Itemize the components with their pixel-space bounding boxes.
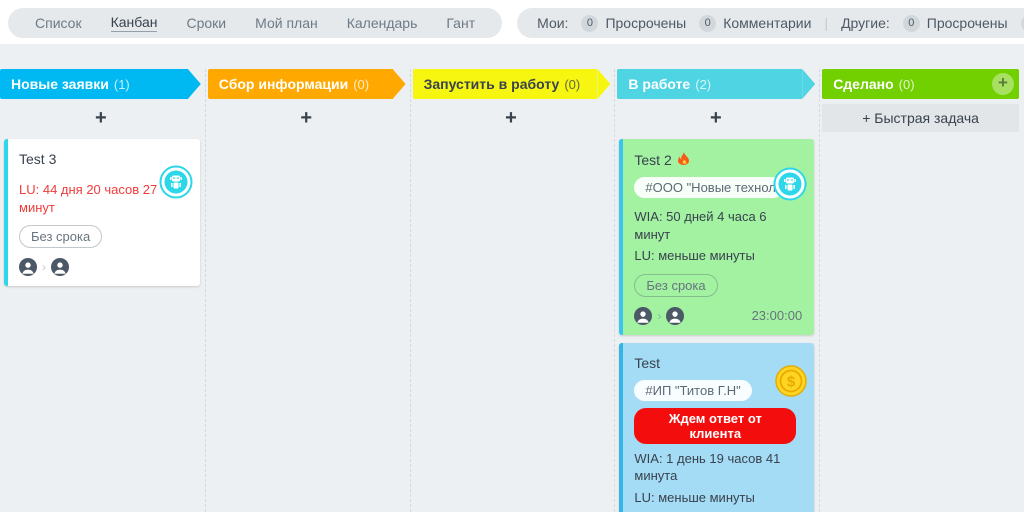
column-info-gathering: Сбор информации (0) + xyxy=(205,69,410,512)
tab-calendar[interactable]: Календарь xyxy=(347,15,418,32)
count-badge: 0 xyxy=(1021,15,1024,32)
avatar-creator[interactable] xyxy=(634,307,652,325)
task-card[interactable]: Test #ИП "Титов Г.Н" $ Ждем ответ от кли… xyxy=(619,343,814,512)
tab-my-plan[interactable]: Мой план xyxy=(255,15,318,32)
column-count: (1) xyxy=(114,77,130,92)
company-pill[interactable]: #ИП "Титов Г.Н" xyxy=(634,380,751,401)
coin-badge-icon[interactable]: $ xyxy=(775,365,807,402)
tab-gantt[interactable]: Гант xyxy=(446,15,475,32)
column-done: Сделано (0) + + Быстрая задача xyxy=(819,69,1024,512)
column-in-progress: В работе (2) + Test 2 #ООО "Новые технол… xyxy=(614,69,819,512)
card-lu-time: LU: меньше минуты xyxy=(634,247,802,265)
column-count: (0) xyxy=(564,77,580,92)
task-card[interactable]: Test 2 #ООО "Новые технологии" xyxy=(619,139,814,335)
column-header[interactable]: Запустить в работу (0) xyxy=(413,69,598,99)
chevron-right-icon: › xyxy=(657,309,661,323)
column-title: Запустить в работу xyxy=(424,76,560,92)
count-badge: 0 xyxy=(581,15,598,32)
card-stripe xyxy=(619,139,623,335)
counter-others-overdue[interactable]: 0 Просрочены xyxy=(903,15,1008,32)
column-arrow xyxy=(188,69,201,99)
card-title[interactable]: Test 2 xyxy=(634,152,671,168)
quick-task-button[interactable]: + Быстрая задача xyxy=(822,104,1019,132)
column-title: Сбор информации xyxy=(219,76,348,92)
avatar-assignee[interactable] xyxy=(51,258,69,276)
tab-deadlines[interactable]: Сроки xyxy=(186,15,226,32)
view-tabs: Список Канбан Сроки Мой план Календарь Г… xyxy=(8,8,502,38)
add-card-button[interactable]: + xyxy=(95,108,107,128)
avatar-creator[interactable] xyxy=(19,258,37,276)
column-header[interactable]: Новые заявки (1) xyxy=(0,69,188,99)
card-wia-time: WIA: 1 день 19 часов 41 минута xyxy=(634,450,802,485)
svg-text:$: $ xyxy=(787,373,796,390)
column-new-requests: Новые заявки (1) + Test 3 xyxy=(0,69,205,512)
status-pill: Ждем ответ от клиента xyxy=(634,408,796,444)
deadline-pill[interactable]: Без срока xyxy=(19,225,102,248)
add-stage-plus-icon[interactable]: + xyxy=(992,73,1014,95)
card-stripe xyxy=(619,343,623,512)
divider: | xyxy=(824,15,828,31)
column-count: (0) xyxy=(899,77,915,92)
column-arrow xyxy=(393,69,406,99)
counter-mine-comments[interactable]: 0 Комментарии xyxy=(699,15,811,32)
counter-label: Просрочены xyxy=(605,15,686,31)
column-title: Новые заявки xyxy=(11,76,109,92)
counters-group-label-others: Другие: xyxy=(841,15,890,31)
column-arrow xyxy=(802,69,815,99)
kanban-board: Новые заявки (1) + Test 3 xyxy=(0,44,1024,512)
robot-badge-icon[interactable] xyxy=(159,165,193,204)
company-pill[interactable]: #ООО "Новые технологии" xyxy=(634,177,784,198)
column-arrow xyxy=(597,69,610,99)
column-count: (0) xyxy=(353,77,369,92)
column-header[interactable]: В работе (2) xyxy=(617,69,802,99)
top-bar: Список Канбан Сроки Мой план Календарь Г… xyxy=(0,0,1024,44)
counter-mine-overdue[interactable]: 0 Просрочены xyxy=(581,15,686,32)
column-launch: Запустить в работу (0) + xyxy=(410,69,615,512)
avatar-assignee[interactable] xyxy=(666,307,684,325)
column-title: В работе xyxy=(628,76,690,92)
card-stripe xyxy=(4,139,8,286)
card-wia-time: WIA: 50 дней 4 часа 6 минут xyxy=(634,208,802,243)
column-header[interactable]: Сбор информации (0) xyxy=(208,69,393,99)
counter-label: Комментарии xyxy=(723,15,811,31)
add-card-button[interactable]: + xyxy=(505,108,517,128)
column-header[interactable]: Сделано (0) + xyxy=(822,69,1019,99)
count-badge: 0 xyxy=(903,15,920,32)
column-count: (2) xyxy=(695,77,711,92)
counters-group-label-mine: Мои: xyxy=(537,15,568,31)
chevron-right-icon: › xyxy=(42,260,46,274)
fire-icon xyxy=(678,151,689,168)
counter-label: Просрочены xyxy=(927,15,1008,31)
counter-others-comments[interactable]: 0 Комментарии xyxy=(1021,15,1024,32)
deadline-pill[interactable]: Без срока xyxy=(634,274,717,297)
task-card[interactable]: Test 3 LU: 44 дня 20 ч xyxy=(4,139,200,286)
tab-kanban[interactable]: Канбан xyxy=(111,14,158,32)
add-card-button[interactable]: + xyxy=(300,108,312,128)
card-lu-time: LU: меньше минуты xyxy=(634,489,802,507)
card-time: 23:00:00 xyxy=(752,308,803,323)
count-badge: 0 xyxy=(699,15,716,32)
column-title: Сделано xyxy=(833,76,893,92)
tab-list[interactable]: Список xyxy=(35,15,82,32)
counters-bar: Мои: 0 Просрочены 0 Комментарии | Другие… xyxy=(517,8,1024,38)
robot-badge-icon[interactable] xyxy=(773,167,807,206)
add-card-button[interactable]: + xyxy=(710,108,722,128)
